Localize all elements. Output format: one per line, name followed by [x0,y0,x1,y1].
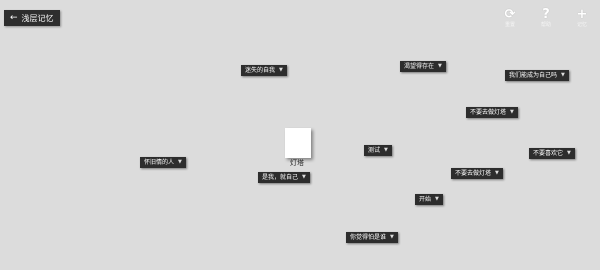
refresh-button[interactable]: ⟳ 重置 [498,7,522,29]
dropdown-arrow-icon[interactable]: ▼ [279,65,283,76]
memory-tag[interactable]: 开始 ▼ [415,194,443,205]
dropdown-arrow-icon[interactable]: ▼ [561,70,565,81]
memory-note-label: 灯塔 [290,159,304,167]
add-button[interactable]: + 记忆 [570,7,594,29]
help-icon: ? [542,7,550,22]
memory-tag-label: 不要去做灯塔 [470,109,507,116]
memory-tag[interactable]: 是我，就自己 ▼ [258,172,310,183]
refresh-label: 重置 [504,22,515,28]
refresh-icon: ⟳ [504,7,516,22]
memory-tag-label: 渴望得存在 [404,63,435,70]
memory-tag[interactable]: 测试 ▼ [364,145,392,156]
dropdown-arrow-icon[interactable]: ▼ [567,148,571,159]
memory-tag[interactable]: 不要去做灯塔 ▼ [451,168,503,179]
dropdown-arrow-icon[interactable]: ▼ [510,107,514,118]
memory-tag[interactable]: 不要喜欢它 ▼ [529,148,575,159]
page-title: 浅层记忆 [21,13,54,23]
memory-tag[interactable]: 怀旧情的人 ▼ [140,157,186,168]
dropdown-arrow-icon[interactable]: ▼ [435,194,439,205]
dropdown-arrow-icon[interactable]: ▼ [302,172,306,183]
add-label: 记忆 [576,22,587,28]
dropdown-arrow-icon[interactable]: ▼ [384,145,388,156]
memory-tag-label: 开始 [419,196,432,203]
dropdown-arrow-icon[interactable]: ▼ [438,61,442,72]
memory-tag[interactable]: 你觉得怕是谁 ▼ [346,232,398,243]
memory-tag-label: 测试 [368,147,381,154]
memory-tag[interactable]: 迷失的自我 ▼ [241,65,287,76]
memory-tag[interactable]: 不要去做灯塔 ▼ [466,107,518,118]
memory-tag[interactable]: 渴望得存在 ▼ [400,61,446,72]
memory-note-card[interactable] [285,128,311,158]
memory-tag-label: 迷失的自我 [245,67,276,74]
dropdown-arrow-icon[interactable]: ▼ [178,157,182,168]
memory-tag-label: 不要去做灯塔 [455,170,492,177]
back-button[interactable]: ← 浅层记忆 [4,10,60,26]
memory-tag-label: 你觉得怕是谁 [350,234,387,241]
dropdown-arrow-icon[interactable]: ▼ [390,232,394,243]
memory-tag-label: 是我，就自己 [262,174,299,181]
memory-tag-label: 我们能成为自己吗 [509,72,558,79]
help-label: 帮助 [540,22,551,28]
memory-tag-label: 怀旧情的人 [144,159,175,166]
memory-tag[interactable]: 我们能成为自己吗 ▼ [505,70,569,81]
toolbar: ⟳ 重置 ? 帮助 + 记忆 [498,7,594,29]
dropdown-arrow-icon[interactable]: ▼ [495,168,499,179]
help-button[interactable]: ? 帮助 [534,7,558,29]
add-icon: + [576,7,588,22]
back-arrow-icon: ← [10,13,18,23]
memory-tag-label: 不要喜欢它 [533,150,564,157]
